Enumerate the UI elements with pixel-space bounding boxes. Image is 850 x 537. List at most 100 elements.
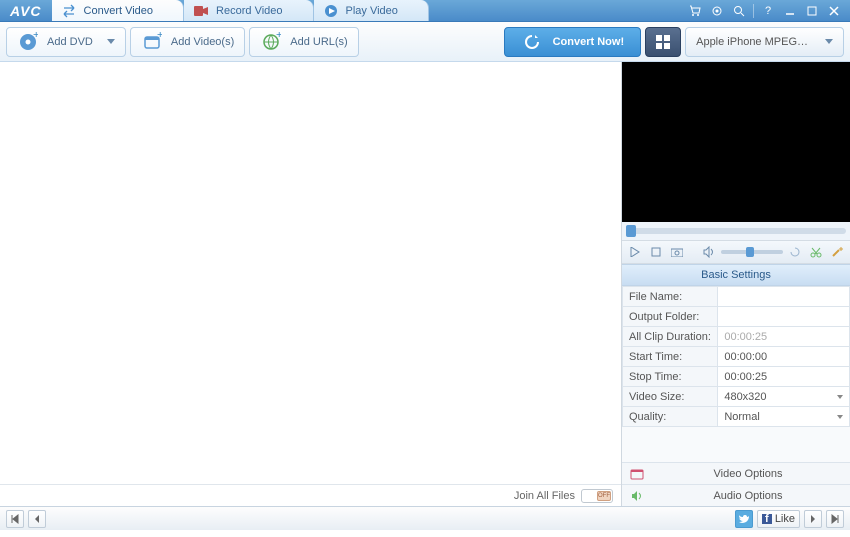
snapshot-button[interactable] xyxy=(668,243,686,261)
button-label: Add DVD xyxy=(47,36,93,48)
volume-icon[interactable] xyxy=(700,243,718,261)
start-time-input[interactable]: 00:00:00 xyxy=(724,351,767,363)
toolbar: + Add DVD + Add Video(s) + Add URL(s) Co… xyxy=(0,22,850,62)
chevron-down-icon[interactable] xyxy=(689,243,697,261)
convert-icon xyxy=(62,4,76,18)
add-dvd-button[interactable]: + Add DVD xyxy=(6,27,126,57)
prev-page-button[interactable] xyxy=(6,510,24,528)
row-output-folder: Output Folder: xyxy=(623,307,850,327)
add-videos-button[interactable]: + Add Video(s) xyxy=(130,27,245,57)
svg-text:+: + xyxy=(33,32,38,41)
label: Start Time: xyxy=(623,347,718,367)
prev-button[interactable] xyxy=(28,510,46,528)
row-start-time: Start Time: 00:00:00 xyxy=(623,347,850,367)
seek-row xyxy=(622,222,850,240)
seek-thumb[interactable] xyxy=(626,225,636,237)
label: Quality: xyxy=(623,407,718,427)
rotate-button[interactable] xyxy=(786,243,804,261)
row-video-size: Video Size: 480x320 xyxy=(623,387,850,407)
tab-label: Convert Video xyxy=(84,5,154,17)
label: All Clip Duration: xyxy=(623,327,718,347)
quality-select[interactable]: Normal xyxy=(724,411,843,423)
video-size-select[interactable]: 480x320 xyxy=(724,391,843,403)
separator xyxy=(753,4,754,18)
tab-label: Play Video xyxy=(346,5,398,17)
video-options-row[interactable]: Video Options xyxy=(622,462,850,484)
tabs: Convert Video Record Video Play Video xyxy=(52,0,679,21)
output-profile-selector[interactable]: Apple iPhone MPEG-4 Movie (*.mp4) xyxy=(685,27,844,57)
profile-settings-button[interactable] xyxy=(645,27,681,57)
join-toggle[interactable]: OFF xyxy=(581,489,613,503)
video-options-icon xyxy=(630,467,644,481)
stop-button[interactable] xyxy=(647,243,665,261)
facebook-like-button[interactable]: f Like xyxy=(757,510,800,528)
row-file-name: File Name: xyxy=(623,287,850,307)
join-bar: Join All Files OFF xyxy=(0,484,621,506)
title-bar: AVC Convert Video Record Video Play Vide… xyxy=(0,0,850,22)
search-icon[interactable] xyxy=(731,3,747,19)
tab-record-video[interactable]: Record Video xyxy=(184,0,313,21)
label: Output Folder: xyxy=(623,307,718,327)
help-icon[interactable]: ? xyxy=(760,3,776,19)
status-bar: f Like xyxy=(0,506,850,530)
next-button[interactable] xyxy=(804,510,822,528)
add-urls-button[interactable]: + Add URL(s) xyxy=(249,27,358,57)
maximize-icon[interactable] xyxy=(804,3,820,19)
minimize-icon[interactable] xyxy=(782,3,798,19)
convert-now-button[interactable]: Convert Now! xyxy=(504,27,642,57)
settings-table: File Name: Output Folder: All Clip Durat… xyxy=(622,286,850,427)
chevron-down-icon xyxy=(837,395,843,399)
tab-label: Record Video xyxy=(216,5,282,17)
close-icon[interactable] xyxy=(826,3,842,19)
label: Video Size: xyxy=(623,387,718,407)
duration-value: 00:00:25 xyxy=(724,331,767,343)
gear-icon[interactable] xyxy=(709,3,725,19)
file-list-panel: Join All Files OFF xyxy=(0,62,622,506)
svg-text:f: f xyxy=(765,514,769,524)
label: File Name: xyxy=(623,287,718,307)
next-page-button[interactable] xyxy=(826,510,844,528)
row-stop-time: Stop Time: 00:00:25 xyxy=(623,367,850,387)
chevron-down-icon xyxy=(837,415,843,419)
cart-icon[interactable] xyxy=(687,3,703,19)
video-icon: + xyxy=(141,31,163,53)
chevron-down-icon xyxy=(107,39,115,44)
record-icon xyxy=(194,4,208,18)
chevron-down-icon xyxy=(825,39,833,44)
volume-thumb[interactable] xyxy=(746,247,754,257)
side-panel: Basic Settings File Name: Output Folder:… xyxy=(622,62,850,506)
svg-text:+: + xyxy=(276,32,281,41)
button-label: Add URL(s) xyxy=(290,36,347,48)
body-area: Join All Files OFF Basic Settings File N… xyxy=(0,62,850,506)
twitter-button[interactable] xyxy=(735,510,753,528)
play-button[interactable] xyxy=(626,243,644,261)
globe-icon: + xyxy=(260,31,282,53)
profile-label: Apple iPhone MPEG-4 Movie (*.mp4) xyxy=(696,36,811,48)
effects-button[interactable] xyxy=(828,243,846,261)
app-logo: AVC xyxy=(0,3,52,19)
toggle-state: OFF xyxy=(597,491,611,501)
grid-icon xyxy=(652,31,674,53)
row-all-clip-duration: All Clip Duration: 00:00:25 xyxy=(623,327,850,347)
audio-options-row[interactable]: Audio Options xyxy=(622,484,850,506)
player-controls xyxy=(622,240,850,264)
seek-bar[interactable] xyxy=(626,228,846,234)
option-label: Video Options xyxy=(654,468,842,480)
svg-text:+: + xyxy=(157,32,162,41)
refresh-icon xyxy=(521,31,543,53)
row-quality: Quality: Normal xyxy=(623,407,850,427)
audio-options-icon xyxy=(630,489,644,503)
option-label: Audio Options xyxy=(654,490,842,502)
tab-convert-video[interactable]: Convert Video xyxy=(52,0,185,21)
join-label: Join All Files xyxy=(514,490,575,502)
label: Stop Time: xyxy=(623,367,718,387)
volume-slider[interactable] xyxy=(721,250,783,254)
window-controls: ? xyxy=(679,3,850,19)
play-icon xyxy=(324,4,338,18)
button-label: Add Video(s) xyxy=(171,36,234,48)
dvd-icon: + xyxy=(17,31,39,53)
video-preview xyxy=(622,62,850,222)
stop-time-input[interactable]: 00:00:25 xyxy=(724,371,767,383)
cut-button[interactable] xyxy=(807,243,825,261)
tab-play-video[interactable]: Play Video xyxy=(314,0,429,21)
